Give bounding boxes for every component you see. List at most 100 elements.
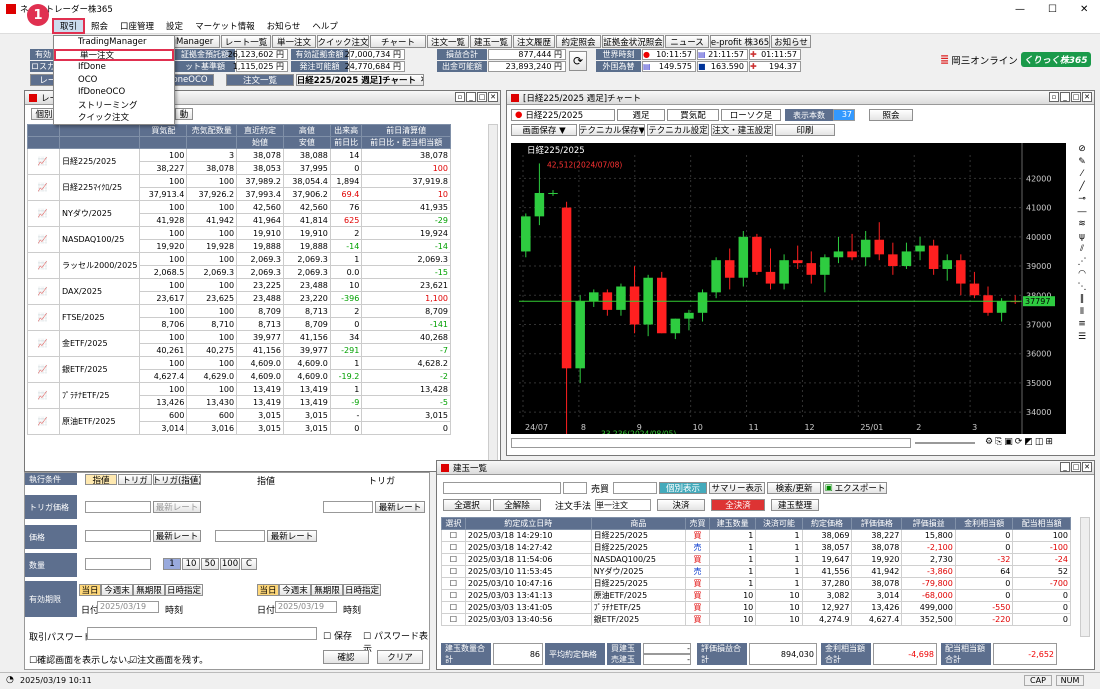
position-cell[interactable]: -2,100 (901, 541, 956, 554)
chart-icon[interactable]: ◩ (1024, 437, 1035, 447)
row-checkbox[interactable]: ☐ (441, 541, 466, 554)
rate-cell[interactable]: 38,078 (361, 148, 451, 162)
method-select[interactable]: 単一注文 (595, 499, 652, 511)
rate-symbol[interactable]: 日経225/2025 (58, 148, 141, 175)
rate-symbol[interactable]: ﾌﾟﾗﾁﾅETF/25 (58, 382, 141, 409)
chart-zoom-slider[interactable] (915, 442, 975, 444)
password-input[interactable] (87, 627, 317, 640)
rate-cell[interactable]: -15 (361, 265, 451, 279)
rate-row[interactable]: 📈 金ETF/2025 100 100 39,977 41,156 34 40,268 (27, 330, 451, 357)
trigger-price-input-2[interactable] (323, 501, 373, 513)
candlestick-chart[interactable]: 4200041000400003900038000370003600035000… (511, 143, 1066, 434)
position-cell[interactable]: 0 (954, 541, 1014, 554)
position-cell[interactable]: 0 (954, 589, 1014, 602)
rate-cell[interactable]: 0 (329, 161, 363, 175)
rate-cell[interactable]: 19,920 (139, 239, 188, 253)
position-cell[interactable]: 13,426 (851, 601, 903, 614)
rate-cell[interactable]: 19,888 (236, 239, 284, 253)
position-cell[interactable]: -3,860 (901, 565, 956, 578)
close-icon[interactable]: ✕ (420, 75, 423, 85)
rate-cell[interactable]: 100 (139, 382, 188, 396)
dropdown-oco[interactable]: OCO (54, 74, 174, 87)
rate-cell[interactable]: 38,088 (282, 148, 331, 162)
rate-cell[interactable]: 38,054.4 (282, 174, 331, 188)
exp-today[interactable]: 当日 (79, 584, 101, 596)
rate-cell[interactable]: 3,015 (282, 408, 331, 422)
maximize-icon[interactable]: □ (1071, 92, 1081, 102)
rate-cell[interactable]: 3,015 (236, 408, 284, 422)
menu-trade[interactable]: 取引 (52, 17, 86, 34)
rate-cell[interactable]: 13,419 (282, 382, 331, 396)
candle-select[interactable]: ローソク足 (721, 109, 781, 121)
rate-cell[interactable]: 19,928 (186, 239, 238, 253)
position-cell[interactable]: 4,627.4 (851, 613, 903, 626)
cond-limit[interactable]: 指値 (85, 474, 117, 485)
rate-cell[interactable]: 23,625 (186, 291, 238, 305)
position-cell[interactable]: -700 (1012, 577, 1071, 590)
rate-row[interactable]: 📈 原油ETF/2025 600 600 3,015 3,015-3,015 (27, 408, 451, 435)
tab-order-list[interactable]: 注文一覧 (226, 74, 294, 86)
chart-icon[interactable]: 📈 (27, 252, 60, 279)
dropdown-quick-order[interactable]: クイック注文 (54, 111, 174, 124)
rate-cell[interactable]: 8,710 (186, 317, 238, 331)
position-cell[interactable]: 3,082 (801, 589, 853, 602)
rate-cell[interactable]: -141 (361, 317, 451, 331)
export-button[interactable]: ▣ エクスポート (823, 482, 888, 494)
menu-account[interactable]: 口座管理 (114, 20, 160, 32)
chart-hscrollbar[interactable] (511, 438, 911, 448)
rate-cell[interactable]: 1,100 (361, 291, 451, 305)
rate-cell[interactable]: 41,928 (139, 213, 188, 227)
rate-cell[interactable]: 19,910 (236, 226, 284, 240)
rate-cell[interactable]: 37,926.2 (186, 187, 238, 201)
position-cell[interactable]: 10 (708, 589, 757, 602)
rate-cell[interactable]: 41,814 (282, 213, 331, 227)
position-cell[interactable]: 買 (685, 577, 710, 590)
cycle-icon[interactable]: ⦀ (1071, 306, 1093, 319)
position-cell[interactable]: 15,800 (901, 529, 956, 542)
rate-cell[interactable]: 3,015 (282, 421, 331, 435)
price-latest-button[interactable]: 最新レート (153, 530, 201, 542)
rate-symbol[interactable]: 原油ETF/2025 (58, 408, 141, 435)
rate-cell[interactable]: 23,621 (361, 278, 451, 292)
channel-icon[interactable]: ⫽ (1071, 243, 1093, 256)
row-checkbox[interactable]: ☐ (441, 577, 466, 590)
chart-icon[interactable]: 📈 (27, 330, 60, 357)
qty-1[interactable]: 1 (163, 558, 181, 570)
rate-cell[interactable]: 40,275 (186, 343, 238, 357)
tab-chart[interactable]: [日経225/2025 週足]チャート✕ (296, 74, 424, 86)
rate-cell[interactable]: 0 (361, 421, 451, 435)
rate-symbol[interactable]: NYダウ/2025 (58, 200, 141, 227)
rate-cell[interactable]: 3,014 (139, 421, 188, 435)
rate-cell[interactable]: 100 (186, 330, 238, 344)
arc-icon[interactable]: ◠ (1071, 268, 1093, 281)
rate-row[interactable]: 📈 日経225/2025 100 3 38,078 38,088 14 38,078 (27, 148, 451, 175)
toolbar-order-list[interactable]: 注文一覧 (427, 35, 469, 48)
order-settings-button[interactable]: 注文・建玉設定 (711, 124, 773, 136)
position-cell[interactable]: -100 (1012, 541, 1071, 554)
dropdown-tradingmanager[interactable]: TradingManager (54, 36, 174, 49)
position-row[interactable]: ☐ 2025/03/18 14:27:42 日経225/2025 売 1 1 38,057 3… (441, 541, 1071, 554)
rate-symbol[interactable]: FTSE/2025 (58, 304, 141, 331)
rate-cell[interactable]: 37,919.8 (361, 174, 451, 188)
position-cell[interactable]: 1 (708, 553, 757, 566)
settle-button[interactable]: 決済 (657, 499, 706, 511)
rate-cell[interactable]: 4,627.4 (139, 369, 188, 383)
unselect-all-button[interactable]: 全解除 (493, 499, 541, 511)
rate-cell[interactable]: 3 (186, 148, 238, 162)
side-filter-select[interactable] (613, 482, 658, 494)
rate-cell[interactable]: 8,709 (361, 304, 451, 318)
technical-save-button[interactable]: テクニカル保存▼ (579, 124, 645, 136)
position-cell[interactable]: 買 (685, 589, 710, 602)
position-row[interactable]: ☐ 2025/03/18 11:54:06 NASDAQ100/25 買 1 1 19,64… (441, 553, 1071, 566)
toolbar-order-history[interactable]: 注文履歴 (513, 35, 555, 48)
rate-cell[interactable]: 69.4 (329, 187, 363, 201)
rate-cell[interactable]: -291 (329, 343, 363, 357)
position-row[interactable]: ☐ 2025/03/10 11:53:45 NYダウ/2025 売 1 1 41,556 41… (441, 565, 1071, 578)
position-cell[interactable]: NASDAQ100/25 (590, 553, 687, 566)
position-cell[interactable]: 10 (755, 613, 803, 626)
toolbar-quick-order[interactable]: クイック注文 (317, 35, 369, 48)
rate-cell[interactable]: 38,053 (236, 161, 284, 175)
tab-move[interactable]: 動 (175, 108, 193, 120)
save-screen-button[interactable]: 画面保存 ▼ (511, 124, 577, 136)
rate-cell[interactable]: 23,617 (139, 291, 188, 305)
